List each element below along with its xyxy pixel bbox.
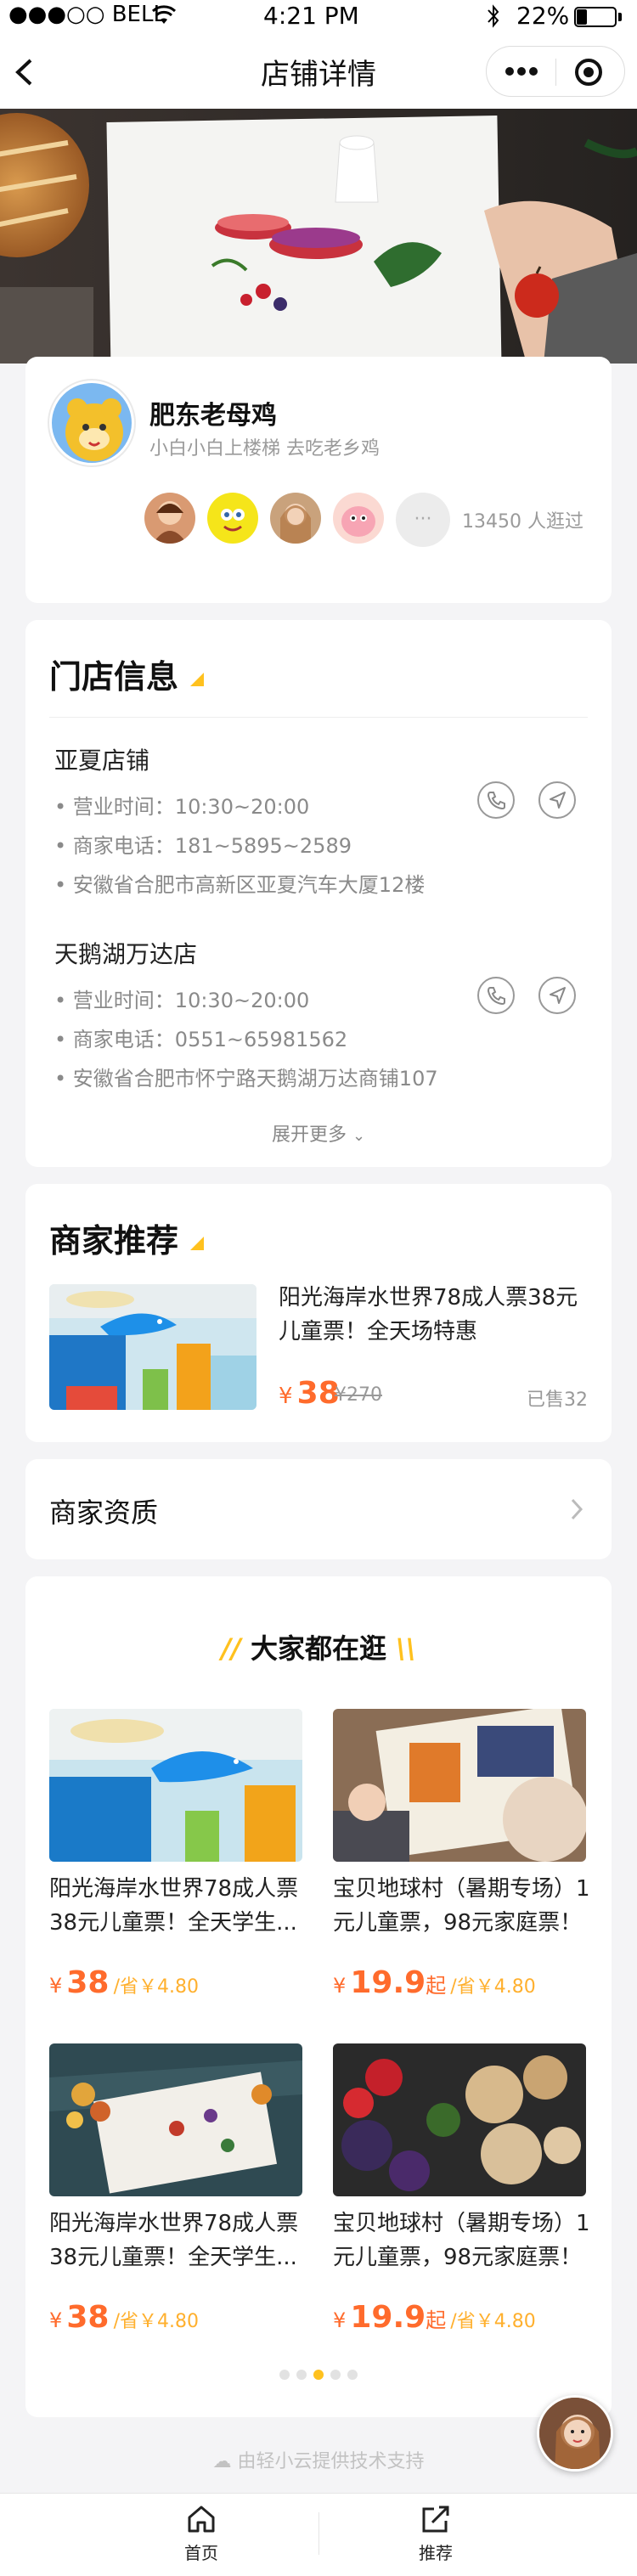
product-image[interactable] — [49, 1284, 256, 1410]
store-phone: • 商家电话：181~5895~2589 — [54, 834, 352, 858]
more-visitors-button[interactable]: ··· — [396, 493, 450, 547]
product-title-line[interactable]: 儿童票！全天场特惠 — [279, 1315, 477, 1349]
more-icon[interactable] — [505, 65, 538, 77]
store-hours: • 营业时间：10:30~20:00 — [54, 989, 310, 1012]
store-info-title: 门店信息 — [49, 658, 179, 696]
sold-count: 已售32 — [527, 1389, 588, 1411]
visitor-count: 13450 人逛过 — [462, 511, 583, 533]
chevron-down-icon: ⌄ — [352, 1127, 366, 1145]
store-info-card: 门店信息 亚夏店铺 • 营业时间：10:30~20:00 • 商家电话：181~… — [25, 620, 612, 1167]
original-price: ¥270 — [335, 1384, 382, 1406]
pagination-dot[interactable] — [330, 2370, 341, 2380]
battery-percent: 22% — [516, 2, 570, 30]
browse-item-price: ¥ 19.9起 /省￥4.80 — [333, 2300, 536, 2335]
browse-item-price: ¥ 38 /省￥4.80 — [49, 1965, 199, 2000]
phone-icon — [487, 987, 505, 1006]
tab-recommend[interactable]: 推荐 — [393, 2502, 478, 2570]
visitor-avatar[interactable] — [144, 493, 195, 544]
tab-recommend-label: 推荐 — [419, 2543, 453, 2563]
tab-bar: 首页 推荐 — [0, 2493, 637, 2576]
mini-program-capsule — [486, 46, 625, 97]
product-title-line[interactable]: 阳光海岸水世界78成人票38元 — [279, 1281, 578, 1315]
visitor-avatar[interactable] — [270, 493, 321, 544]
capsule-divider — [555, 59, 556, 86]
home-icon — [188, 2506, 215, 2533]
cloud-icon: ☁ — [212, 2451, 232, 2472]
visitor-avatar[interactable] — [333, 493, 384, 544]
slash-deco-icon: // — [221, 1632, 241, 1665]
pagination-dots — [25, 2370, 612, 2380]
share-icon — [422, 2506, 449, 2533]
visitor-avatar[interactable] — [207, 493, 258, 544]
tech-support-footer: ☁ 由轻小云提供技术支持 — [212, 2451, 425, 2472]
shop-profile-card: 肥东老母鸡 小白小白上楼梯 去吃老乡鸡 ··· 13450 人逛过 — [25, 357, 612, 603]
browse-title: // 大家都在逛 \\ — [221, 1632, 416, 1665]
wifi-icon — [151, 5, 177, 24]
navigate-button[interactable] — [538, 781, 576, 819]
store-phone: • 商家电话：0551~65981562 — [54, 1028, 348, 1051]
browse-item-title-line[interactable]: 元儿童票，98元家庭票！ — [333, 2241, 582, 2274]
backslash-deco-icon: \\ — [396, 1632, 416, 1665]
shop-subtitle: 小白小白上楼梯 去吃老乡鸡 — [149, 438, 380, 459]
location-arrow-icon — [550, 792, 566, 809]
store-address: • 安徽省合肥市高新区亚夏汽车大厦12楼 — [54, 873, 426, 897]
browse-item-title-line[interactable]: 阳光海岸水世界78成人票 — [49, 2207, 298, 2241]
store-name: 亚夏店铺 — [54, 747, 150, 775]
browse-item-price: ¥ 19.9起 /省￥4.80 — [333, 1965, 536, 2000]
browse-item-title-line[interactable]: 宝贝地球村（暑期专场）1 — [333, 2207, 590, 2241]
battery-icon — [574, 7, 617, 27]
browse-item-title-line[interactable]: 元儿童票，98元家庭票！ — [333, 1906, 582, 1940]
call-button[interactable] — [477, 781, 515, 819]
store-name: 天鹅湖万达店 — [54, 940, 198, 968]
tab-divider — [318, 2512, 319, 2555]
store-hours: • 营业时间：10:30~20:00 — [54, 795, 310, 819]
store-address: • 安徽省合肥市怀宁路天鹅湖万达商铺107 — [54, 1067, 438, 1091]
close-target-icon[interactable] — [573, 57, 604, 87]
browse-item-price: ¥ 38 /省￥4.80 — [49, 2300, 199, 2335]
title-accent-triangle — [190, 673, 204, 686]
pagination-dot[interactable] — [347, 2370, 358, 2380]
divider — [49, 717, 588, 718]
shop-name: 肥东老母鸡 — [149, 401, 277, 431]
browse-item-image[interactable] — [49, 1709, 302, 1862]
expand-more-link[interactable]: 展开更多 ⌄ — [25, 1119, 612, 1147]
browse-item-image[interactable] — [49, 2043, 302, 2196]
browse-item-image[interactable] — [333, 2043, 586, 2196]
merchant-recommend-card: 商家推荐 阳光海岸水世界78成人票38元 儿童票！全天场特惠 ¥ 38 ¥270… — [25, 1184, 612, 1442]
bluetooth-icon — [488, 4, 499, 28]
browse-item-title-line[interactable]: 宝贝地球村（暑期专场）1 — [333, 1872, 590, 1906]
clock: 4:21 PM — [263, 2, 359, 30]
pagination-dot[interactable] — [296, 2370, 307, 2380]
hero-banner-image — [0, 109, 637, 364]
tab-home-label: 首页 — [184, 2543, 218, 2563]
product-price: ¥ 38 — [279, 1376, 340, 1411]
navigate-button[interactable] — [538, 977, 576, 1014]
chevron-right-icon — [571, 1498, 583, 1520]
merchant-qualification-row[interactable]: 商家资质 — [25, 1459, 612, 1559]
browse-item-title-line[interactable]: 38元儿童票！全天学生... — [49, 2241, 297, 2274]
shop-avatar[interactable] — [49, 380, 134, 465]
title-accent-triangle — [190, 1237, 204, 1250]
qualification-label: 商家资质 — [49, 1497, 159, 1529]
phone-icon — [487, 792, 505, 810]
tab-home[interactable]: 首页 — [159, 2502, 244, 2570]
carrier-label: ●●●○○ BELL — [8, 2, 166, 27]
nav-bar: 店铺详情 — [0, 34, 637, 109]
status-bar: ●●●○○ BELL 4:21 PM 22% — [0, 0, 637, 34]
browse-item-image[interactable] — [333, 1709, 586, 1862]
everyone-browsing-card: // 大家都在逛 \\ 阳光海岸水世界78成人票 38元儿童票！全天学生... … — [25, 1576, 612, 2417]
pagination-dot-active[interactable] — [313, 2370, 324, 2380]
battery-tip — [618, 13, 622, 21]
pagination-dot[interactable] — [279, 2370, 290, 2380]
recommend-title: 商家推荐 — [49, 1222, 179, 1260]
browse-item-title-line[interactable]: 阳光海岸水世界78成人票 — [49, 1872, 298, 1906]
call-button[interactable] — [477, 977, 515, 1014]
browse-item-title-line[interactable]: 38元儿童票！全天学生... — [49, 1906, 297, 1940]
location-arrow-icon — [550, 987, 566, 1004]
